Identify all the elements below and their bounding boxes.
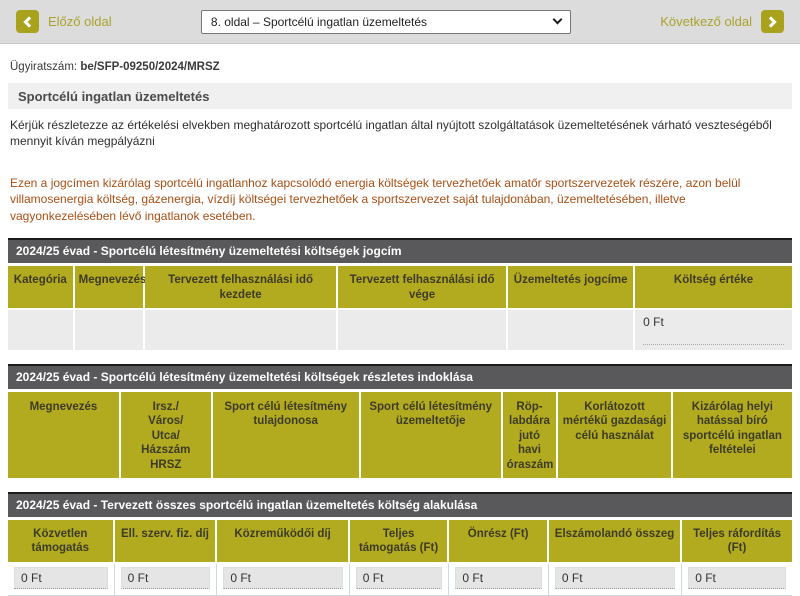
column-header: Korlátozott mértékű gazdasági célú haszn… (558, 392, 672, 478)
column-header: Elszámolandó összeg (549, 520, 682, 562)
onresz-input[interactable] (455, 567, 542, 589)
table-header-row: Kategória Megnevezés Tervezett felhaszná… (8, 266, 792, 308)
cost-value-field[interactable]: 0 Ft (643, 315, 784, 345)
column-header: Tervezett felhasználási idő vége (338, 266, 508, 308)
page-select[interactable]: 8. oldal – Sportcélú ingatlan üzemelteté… (201, 10, 571, 34)
intro-text: Kérjük részletezze az értékelési elvekbe… (10, 118, 790, 150)
cell-ell-szerv-fiz-dij (115, 564, 218, 595)
column-header: Kizárólag helyi hatással bíró sportcélú … (673, 392, 792, 478)
kozvetlen-tamogatas-input[interactable] (14, 567, 108, 589)
cell-kozvetlen-tamogatas (8, 564, 115, 595)
table-row (8, 564, 792, 596)
kozremukodoi-dij-input[interactable] (223, 567, 342, 589)
column-header: Tervezett felhasználási idő kezdete (145, 266, 338, 308)
page-nav-bar: Előző oldal 8. oldal – Sportcélú ingatla… (0, 0, 800, 44)
chevron-left-icon (23, 16, 34, 27)
cell-onresz (449, 564, 549, 595)
section-header: 2024/25 évad - Tervezett összes sportcél… (8, 492, 792, 517)
cell-kozremukodoi-dij (217, 564, 349, 595)
cell-ido-vege (338, 310, 508, 350)
case-number-label: Ügyiratszám: (10, 61, 77, 73)
column-header: Közreműködői díj (217, 520, 349, 562)
column-header: Költség értéke (635, 266, 792, 308)
table-header-row: Közvetlen támogatás Ell. szerv. fiz. díj… (8, 520, 792, 562)
cell-ido-kezdete (145, 310, 338, 350)
teljes-tamogatas-input[interactable] (356, 567, 443, 589)
cell-megnevezes (75, 310, 146, 350)
column-header: Közvetlen támogatás (8, 520, 115, 562)
next-page-button[interactable] (761, 10, 784, 33)
column-header: Röp- labdára jutó havi óraszám (503, 392, 559, 478)
chevron-right-icon (765, 16, 776, 27)
ell-szerv-fiz-dij-input[interactable] (121, 567, 211, 589)
case-number-value: be/SFP-09250/2024/MRSZ (80, 61, 219, 73)
column-header: Teljes támogatás (Ft) (350, 520, 450, 562)
column-header: Ell. szerv. fiz. díj (115, 520, 218, 562)
column-header: Megnevezés (8, 392, 121, 478)
cell-kategoria (8, 310, 75, 350)
prev-page-nav[interactable]: Előző oldal (16, 10, 112, 33)
case-number-line: Ügyiratszám: be/SFP-09250/2024/MRSZ (10, 61, 790, 73)
chevron-down-icon (552, 15, 562, 25)
column-header: Irsz./ Város/ Utca/ Házszám HRSZ (121, 392, 213, 478)
section-total-costs: 2024/25 évad - Tervezett összes sportcél… (8, 492, 792, 596)
section-costs-title: 2024/25 évad - Sportcélú létesítmény üze… (8, 238, 792, 350)
column-header: Megnevezés (75, 266, 146, 308)
elszamolando-osszeg-input[interactable] (555, 567, 675, 589)
table-row: 0 Ft (8, 310, 792, 350)
table-header-row: Megnevezés Irsz./ Város/ Utca/ Házszám H… (8, 392, 792, 478)
column-header: Önrész (Ft) (449, 520, 549, 562)
column-header: Sport célú létesítmény tulajdonosa (213, 392, 361, 478)
cell-jogcime (508, 310, 635, 350)
section-header: 2024/25 évad - Sportcélú létesítmény üze… (8, 364, 792, 389)
column-header: Sport célú létesítmény üzemeltetője (361, 392, 503, 478)
column-header: Teljes ráfordítás (Ft) (682, 520, 792, 562)
column-header: Üzemeltetés jogcíme (508, 266, 635, 308)
section-header: 2024/25 évad - Sportcélú létesítmény üze… (8, 238, 792, 263)
cell-koltseg-erteke: 0 Ft (635, 310, 792, 350)
teljes-raforditas-input[interactable] (688, 567, 786, 589)
page-title: Sportcélú ingatlan üzemeltetés (8, 83, 792, 109)
notice-text: Ezen a jogcímen kizárólag sportcélú inga… (10, 175, 790, 225)
prev-page-label[interactable]: Előző oldal (48, 14, 112, 29)
section-detailed-justification: 2024/25 évad - Sportcélú létesítmény üze… (8, 364, 792, 478)
column-header: Kategória (8, 266, 75, 308)
page-select-value: 8. oldal – Sportcélú ingatlan üzemelteté… (211, 15, 427, 29)
cell-elszamolando-osszeg (549, 564, 682, 595)
cell-teljes-tamogatas (350, 564, 450, 595)
cell-teljes-raforditas (682, 564, 792, 595)
next-page-label[interactable]: Következő oldal (660, 14, 752, 29)
next-page-nav[interactable]: Következő oldal (660, 10, 784, 33)
prev-page-button[interactable] (16, 10, 39, 33)
